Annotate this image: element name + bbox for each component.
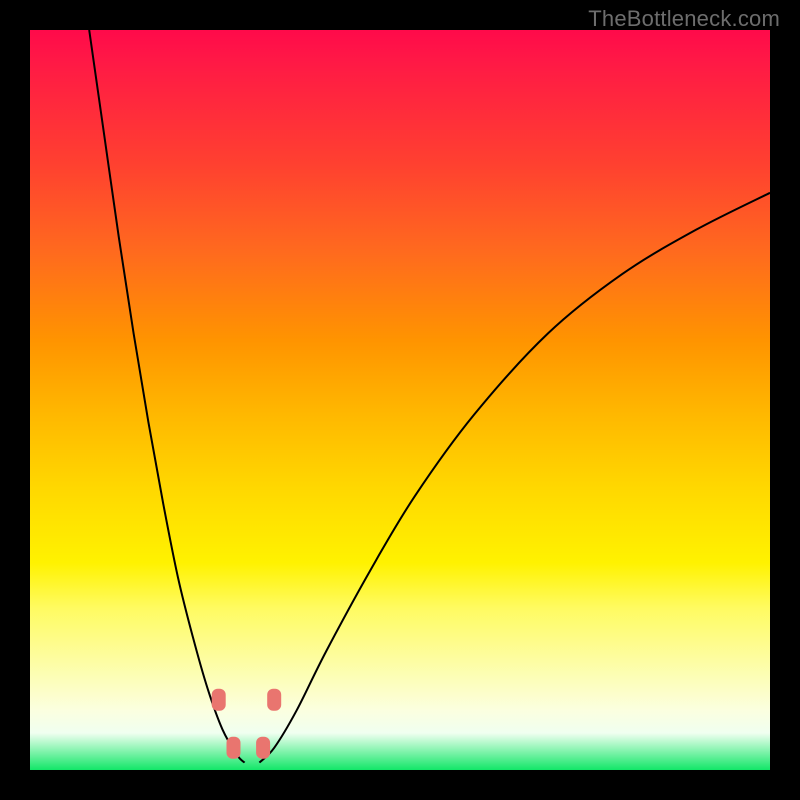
curve-right-branch <box>259 193 770 763</box>
curves-svg <box>30 30 770 770</box>
curve-left-branch <box>89 30 244 763</box>
markers-group <box>212 689 282 759</box>
plot-area <box>30 30 770 770</box>
data-marker <box>227 737 241 759</box>
data-marker <box>267 689 281 711</box>
data-marker <box>256 737 270 759</box>
data-marker <box>212 689 226 711</box>
watermark-text: TheBottleneck.com <box>588 6 780 32</box>
chart-frame: TheBottleneck.com <box>0 0 800 800</box>
